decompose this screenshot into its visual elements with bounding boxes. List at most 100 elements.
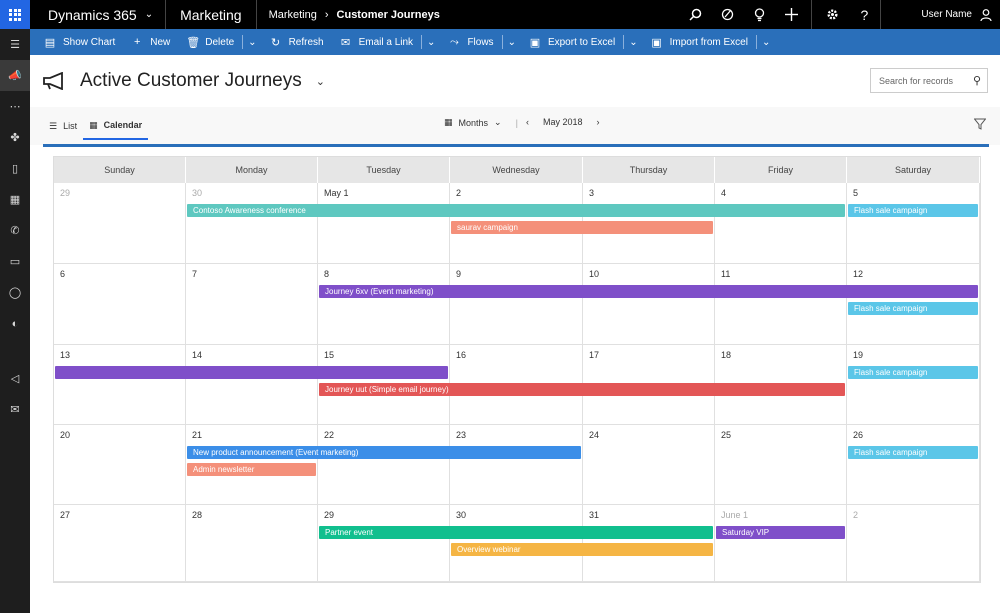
period-selector[interactable]: ▦ Months ⌄ |	[444, 117, 518, 128]
email-a-link-button[interactable]: ✉ Email a Link	[332, 29, 421, 55]
delete-button[interactable]: 🗑 Delete	[178, 29, 242, 55]
day-number: 23	[456, 430, 467, 440]
hamburger-icon[interactable]: ☰	[0, 29, 30, 60]
calendar-event[interactable]: Flash sale campaign	[848, 302, 978, 315]
flows-button[interactable]: ⤳ Flows	[440, 29, 501, 55]
day-number: 17	[589, 350, 600, 360]
tab-list-view[interactable]: ☰ List	[43, 112, 83, 140]
person-icon[interactable]: ◯	[0, 277, 30, 308]
search-records-input[interactable]: Search for records ⚲	[870, 68, 988, 93]
view-header: Active Customer Journeys ⌄	[30, 55, 1000, 107]
calendar-event[interactable]: Flash sale campaign	[848, 446, 978, 459]
calendar-event[interactable]: saurav campaign	[451, 221, 713, 234]
calendar-day-cell[interactable]: 20	[54, 425, 186, 505]
calendar-day-cell[interactable]: 19	[847, 345, 980, 425]
calendar-day-cell[interactable]: 29	[54, 183, 186, 264]
calendar-day-cell[interactable]: 13	[54, 345, 186, 425]
calendar-event[interactable]: Contoso Awareness conference	[187, 204, 845, 217]
search-icon[interactable]	[679, 0, 711, 29]
calendar-event[interactable]: Journey 6xv (Event marketing)	[319, 285, 978, 298]
command-label: Show Chart	[63, 36, 116, 48]
calendar-day-cell[interactable]: 2	[847, 505, 980, 582]
day-number: 6	[60, 269, 66, 279]
calendar-day-cell[interactable]: 7	[186, 264, 318, 345]
breadcrumb: Marketing › Customer Journeys	[257, 0, 452, 29]
export-to-excel-button[interactable]: ▣ Export to Excel	[521, 29, 623, 55]
filter-icon[interactable]	[973, 118, 987, 133]
phone-icon[interactable]: ✆	[0, 215, 30, 246]
globe-icon[interactable]: ◐	[0, 308, 30, 339]
next-month-chevron-icon[interactable]: ›	[597, 117, 600, 127]
refresh-button[interactable]: ↻ Refresh	[262, 29, 332, 55]
chevron-down-icon[interactable]: ⌄	[422, 29, 440, 55]
previous-month-chevron-icon[interactable]: ‹	[526, 117, 529, 127]
chevron-down-icon[interactable]: ⌄	[243, 29, 261, 55]
weekday-header: Sunday	[54, 157, 186, 183]
plus-icon[interactable]	[775, 0, 807, 29]
help-icon[interactable]: ?	[848, 0, 880, 29]
task-flow-icon[interactable]	[711, 0, 743, 29]
document-icon[interactable]: ▯	[0, 153, 30, 184]
mail-icon[interactable]: ✉	[0, 394, 30, 425]
breadcrumb-item-customer-journeys[interactable]: Customer Journeys	[337, 9, 440, 21]
app-launcher-waffle-icon[interactable]	[0, 0, 30, 29]
calendar-nav-icon[interactable]: ▦	[0, 184, 30, 215]
calendar-day-cell[interactable]: 26	[847, 425, 980, 505]
calendar-day-cell[interactable]: May 1	[318, 183, 450, 264]
more-icon[interactable]: ⋯	[0, 91, 30, 122]
gear-icon[interactable]	[816, 0, 848, 29]
calendar-day-cell[interactable]: 28	[186, 505, 318, 582]
calendar-day-cell[interactable]: 11	[715, 264, 847, 345]
tab-calendar-view[interactable]: ▦ Calendar	[83, 112, 149, 140]
calendar-event[interactable]: Flash sale campaign	[848, 366, 978, 379]
breadcrumb-item-marketing[interactable]: Marketing	[269, 9, 317, 21]
app-switcher[interactable]: Dynamics 365 ⌄	[30, 0, 167, 29]
calendar-icon: ▦	[89, 119, 98, 130]
import-from-excel-button[interactable]: ▣ Import from Excel	[643, 29, 756, 55]
show-chart-button[interactable]: ▤ Show Chart	[36, 29, 123, 55]
day-number: 29	[324, 510, 335, 520]
calendar-day-cell[interactable]: 23	[450, 425, 583, 505]
calendar-day-cell[interactable]: 14	[186, 345, 318, 425]
calendar-day-cell[interactable]: 10	[583, 264, 715, 345]
calendar-day-cell[interactable]: 29	[318, 505, 450, 582]
calendar-event[interactable]: Overview webinar	[451, 543, 713, 556]
area-title[interactable]: Marketing	[166, 0, 257, 29]
page-title[interactable]: Active Customer Journeys	[80, 70, 302, 92]
calendar-event[interactable]: Saturday VIP	[716, 526, 845, 539]
calendar-event[interactable]: New product announcement (Event marketin…	[187, 446, 581, 459]
day-number: 13	[60, 350, 71, 360]
calendar-event[interactable]: Partner event	[319, 526, 713, 539]
calendar-day-cell[interactable]: 30	[186, 183, 318, 264]
calendar-event[interactable]: Admin newsletter	[187, 463, 316, 476]
user-menu[interactable]: User Name	[880, 0, 1000, 29]
refresh-icon: ↻	[270, 36, 281, 49]
calendar-day-cell[interactable]: 9	[450, 264, 583, 345]
calendar-event[interactable]: Flash sale campaign	[848, 204, 978, 217]
top-navigation-bar: Dynamics 365 ⌄ Marketing Marketing › Cus…	[0, 0, 1000, 29]
search-placeholder: Search for records	[879, 75, 954, 86]
puzzle-icon[interactable]: ✤	[0, 122, 30, 153]
calendar-day-cell[interactable]: June 1	[715, 505, 847, 582]
marketing-area-icon[interactable]: 📣	[0, 60, 30, 91]
new-button[interactable]: + New	[123, 29, 178, 55]
calendar-event[interactable]	[55, 366, 448, 379]
day-number: 25	[721, 430, 732, 440]
lightbulb-icon[interactable]	[743, 0, 775, 29]
view-selector-chevron-icon[interactable]: ⌄	[316, 75, 325, 88]
calendar-day-cell[interactable]: 4	[715, 183, 847, 264]
calendar-day-cell[interactable]: 27	[54, 505, 186, 582]
calendar-day-cell[interactable]: 8	[318, 264, 450, 345]
search-icon[interactable]: ⚲	[973, 74, 981, 87]
calendar-day-cell[interactable]: 25	[715, 425, 847, 505]
calendar-day-cell[interactable]: 6	[54, 264, 186, 345]
chevron-down-icon[interactable]: ⌄	[757, 29, 775, 55]
calendar-day-cell[interactable]: 24	[583, 425, 715, 505]
calendar-day-cell[interactable]: 22	[318, 425, 450, 505]
calendar-day-cell[interactable]: 5	[847, 183, 980, 264]
calendar-event[interactable]: Journey uut (Simple email journey)	[319, 383, 845, 396]
chevron-down-icon[interactable]: ⌄	[503, 29, 521, 55]
chevron-down-icon[interactable]: ⌄	[624, 29, 642, 55]
megaphone-nav-icon[interactable]: ◁	[0, 363, 30, 394]
form-icon[interactable]: ▭	[0, 246, 30, 277]
